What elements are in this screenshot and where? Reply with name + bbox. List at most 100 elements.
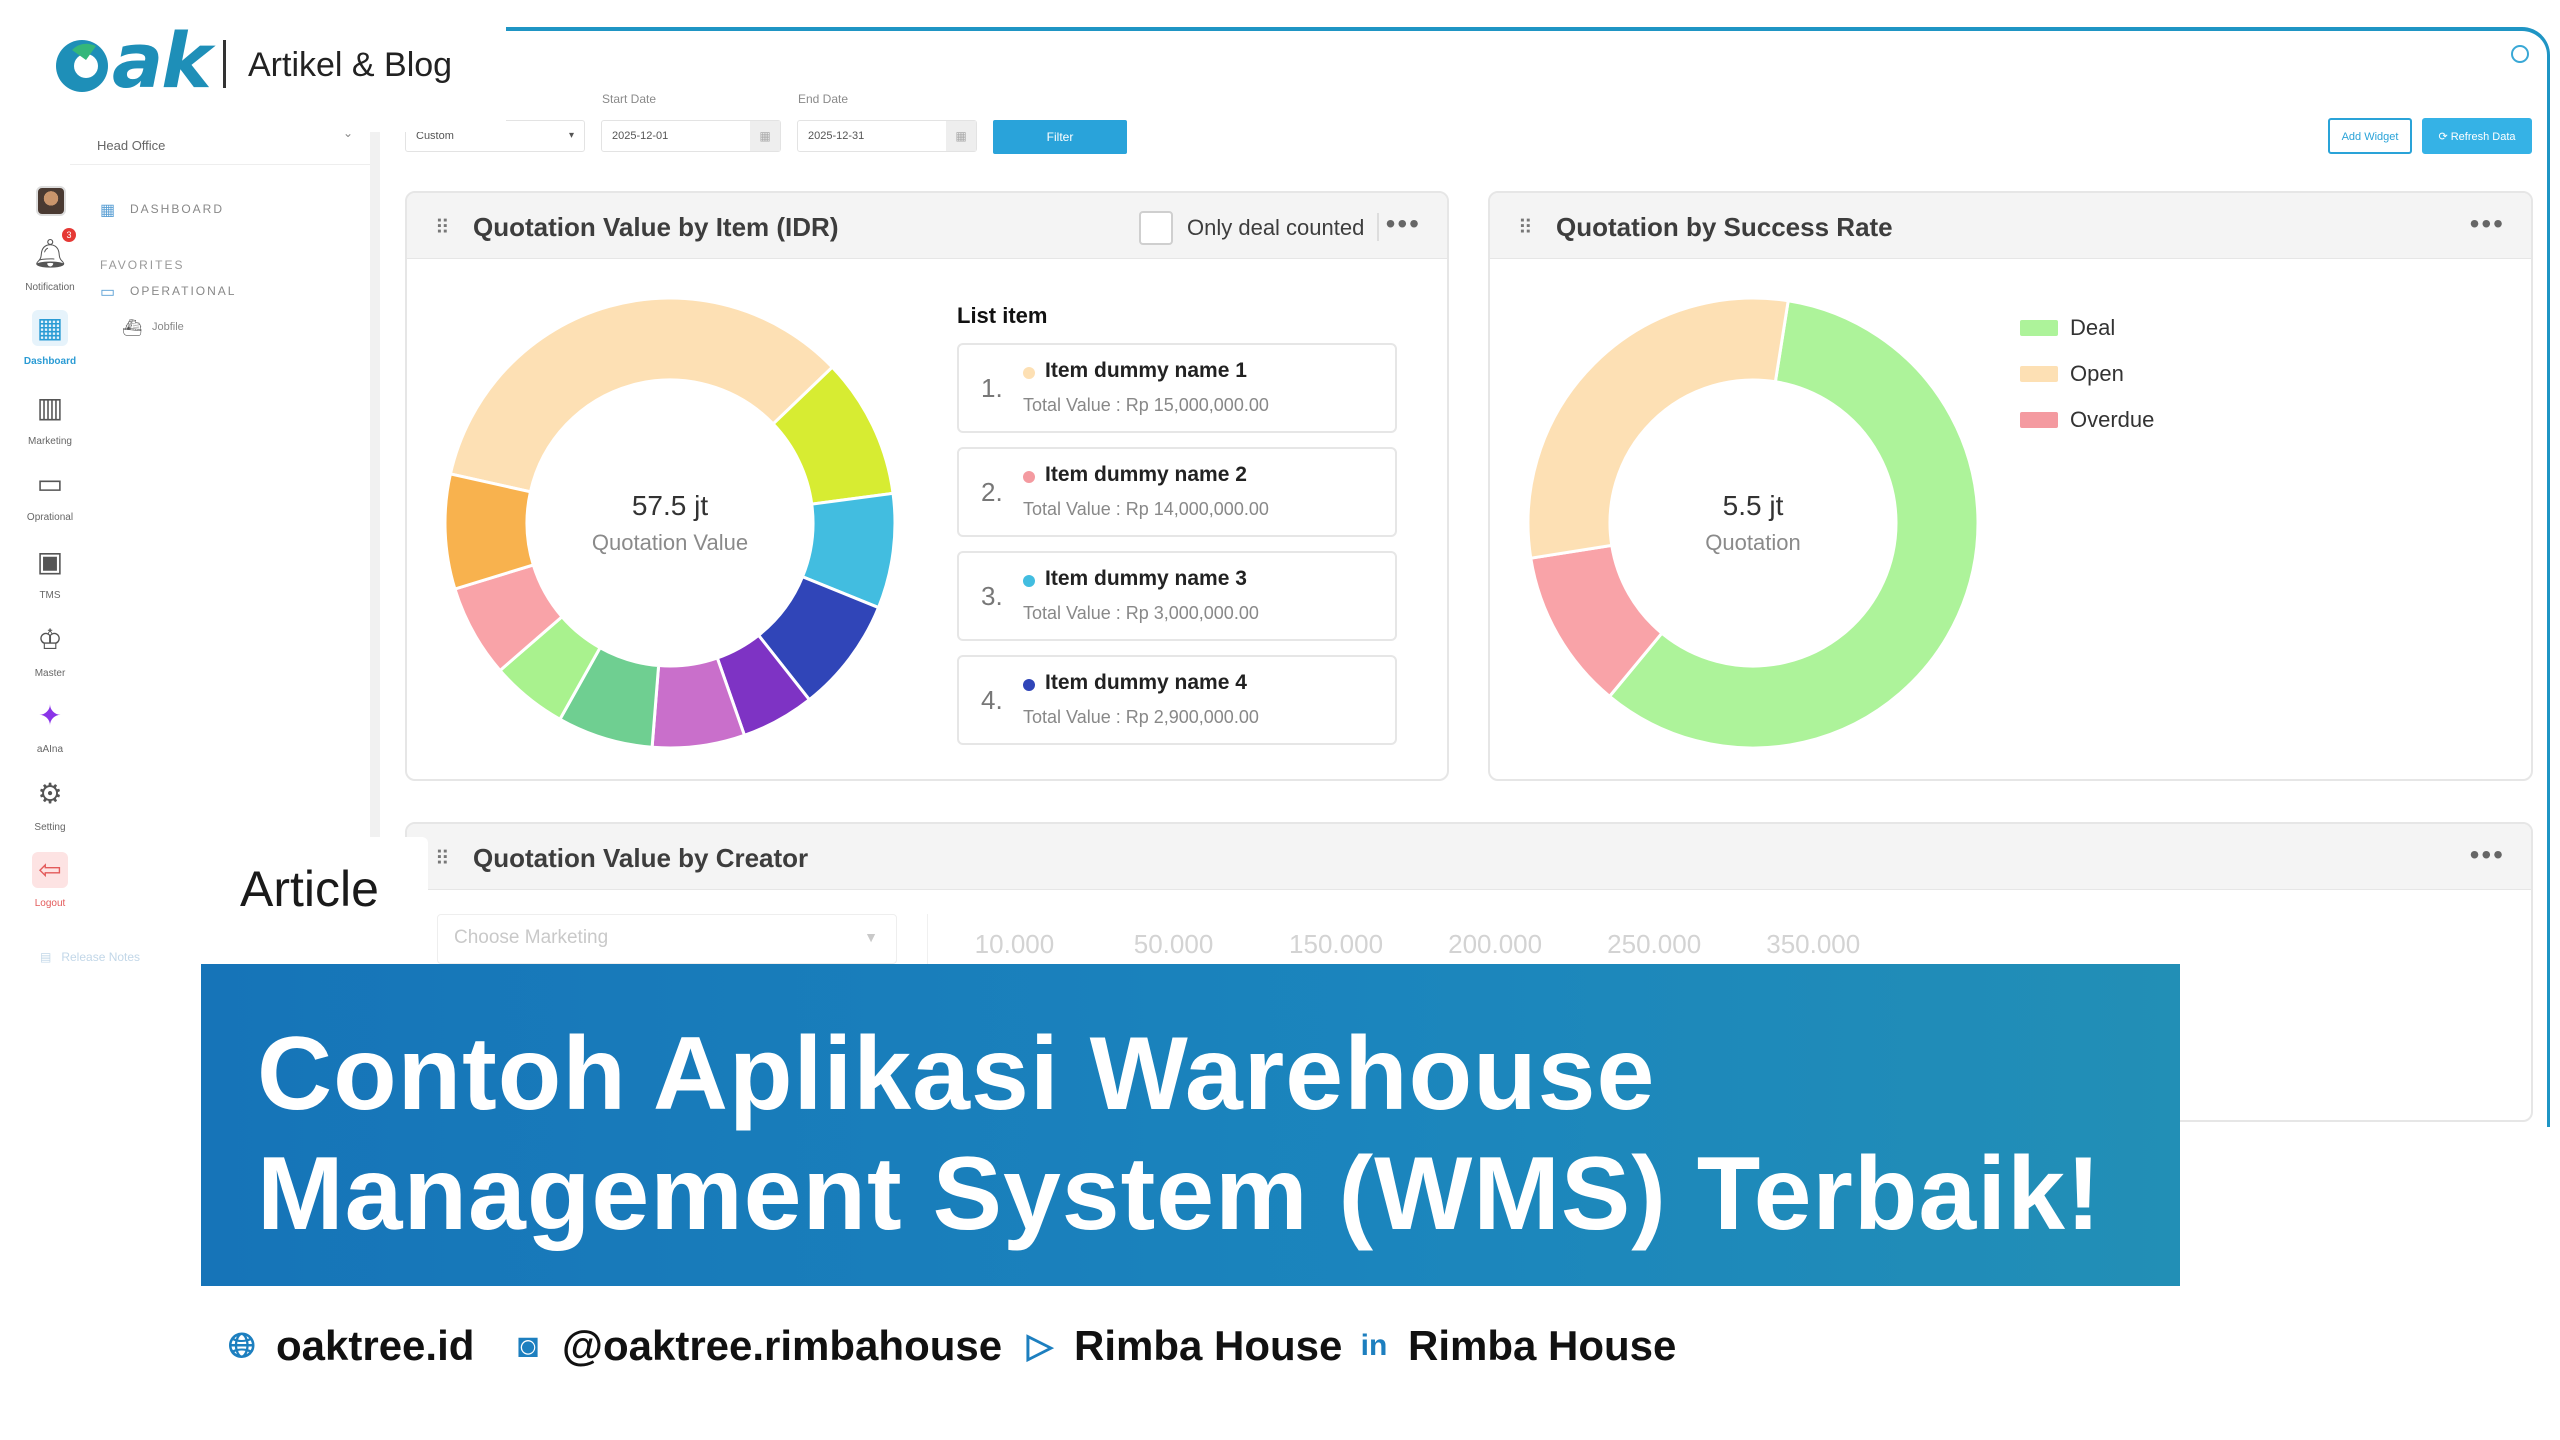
sidebar-item-master[interactable]: ♔ Master [12, 622, 88, 679]
list-item[interactable]: 1. Item dummy name 1 Total Value : Rp 15… [957, 343, 1397, 433]
refresh-label: Refresh Data [2450, 131, 2516, 143]
drag-handle-icon[interactable]: ⠿ [435, 215, 453, 241]
axis-tick: 150.000 [1289, 929, 1384, 959]
sidebar-item-dashboard[interactable]: ▦ Dashboard [12, 310, 88, 367]
avatar[interactable] [36, 186, 66, 216]
ship-icon: ⛴ [122, 320, 143, 337]
social-website[interactable]: 🌐︎ oaktree.id [222, 1322, 474, 1370]
sidebar-label: Oprational [26, 512, 74, 523]
social-youtube[interactable]: ▷ Rimba House [1020, 1322, 1342, 1370]
refresh-data-button[interactable]: ⟳ Refresh Data [2422, 118, 2532, 154]
sidebar-item-tms[interactable]: ▣ TMS [12, 544, 88, 601]
release-notes-link[interactable]: ▤ Release Notes [30, 950, 140, 964]
crown-icon: ♔ [37, 624, 63, 655]
sidebar-item-marketing[interactable]: ▥ Marketing [12, 390, 88, 447]
start-date-label: Start Date [602, 92, 657, 106]
legend-item-overdue[interactable]: Overdue [2020, 397, 2154, 443]
branch-name: Head Office [97, 138, 166, 153]
series-dot [1023, 367, 1035, 379]
sidebar-label: Dashboard [23, 356, 77, 367]
social-label: oaktree.id [276, 1322, 475, 1369]
more-options-icon[interactable]: ••• [2470, 839, 2505, 871]
list-item[interactable]: 4. Item dummy name 4 Total Value : Rp 2,… [957, 655, 1397, 745]
panel-quotation-by-item: ⠿ Quotation Value by Item (IDR) Only dea… [405, 191, 1449, 781]
menu-dashboard[interactable]: ▦ DASHBOARD [100, 200, 360, 219]
calendar-icon[interactable]: ▦ [946, 121, 976, 151]
release-notes-label: Release Notes [61, 950, 141, 964]
id-card-icon: ▣ [36, 546, 64, 577]
item-name: Item dummy name 3 [1045, 567, 1247, 590]
filter-button[interactable]: Filter [993, 120, 1127, 154]
gear-icon: ⚙ [37, 778, 63, 809]
marketing-select[interactable]: Choose Marketing ▼ [437, 914, 897, 964]
item-value: Total Value : Rp 3,000,000.00 [1023, 603, 1259, 623]
list-title: List item [957, 303, 1048, 328]
axis-tick: 350.000 [1766, 929, 1861, 959]
add-widget-button[interactable]: Add Widget [2328, 118, 2412, 154]
legend-swatch [2020, 366, 2058, 382]
social-label: Rimba House [1074, 1322, 1343, 1369]
calendar-icon[interactable]: ▦ [750, 121, 780, 151]
panel-header: ⠿ Quotation Value by Creator ••• [407, 824, 2531, 890]
shield-icon[interactable] [2511, 45, 2529, 63]
donut-slice[interactable] [448, 296, 835, 494]
legend: Deal Open Overdue [2020, 305, 2154, 443]
blog-section-title: Artikel & Blog [248, 46, 453, 84]
series-dot [1023, 575, 1035, 587]
item-list[interactable]: 1. Item dummy name 1 Total Value : Rp 15… [957, 343, 1397, 749]
item-value: Total Value : Rp 2,900,000.00 [1023, 707, 1259, 727]
menu-jobfile[interactable]: ⛴ Jobfile [122, 318, 360, 337]
series-dot [1023, 679, 1035, 691]
youtube-icon: ▷ [1026, 1327, 1054, 1365]
axis-tick: 250.000 [1607, 929, 1702, 959]
monitor-icon: ▭ [100, 284, 116, 301]
panel-title: Quotation Value by Item (IDR) [473, 212, 839, 242]
social-linkedin[interactable]: in Rimba House [1354, 1322, 1677, 1370]
notification-badge: 3 [62, 228, 76, 242]
list-item[interactable]: 3. Item dummy name 3 Total Value : Rp 3,… [957, 551, 1397, 641]
logo-divider [223, 40, 226, 88]
sidebar-item-aaina[interactable]: ✦ aAIna [12, 698, 88, 755]
panel-header: ⠿ Quotation by Success Rate ••• [1490, 193, 2531, 259]
sidebar-item-logout[interactable]: ⇦ Logout [12, 852, 88, 909]
end-date-input[interactable]: 2025-12-31 ▦ [797, 120, 977, 152]
item-donut-chart: 57.5 jt Quotation Value [443, 296, 897, 750]
sidebar-item-operational[interactable]: ▭ Oprational [12, 466, 88, 523]
panel-header: ⠿ Quotation Value by Item (IDR) Only dea… [407, 193, 1447, 259]
drag-handle-icon[interactable]: ⠿ [435, 846, 453, 872]
legend-item-open[interactable]: Open [2020, 351, 2154, 397]
more-options-icon[interactable]: ••• [1386, 208, 1421, 240]
end-date-value: 2025-12-31 [808, 130, 865, 142]
legend-label: Deal [2070, 315, 2116, 340]
donut-center-label: Quotation Value [591, 530, 749, 555]
axis-tick: 10.000 [974, 929, 1055, 959]
menu-label: FAVORITES [100, 258, 185, 272]
menu-operational[interactable]: ▭ OPERATIONAL [100, 282, 360, 301]
drag-handle-icon[interactable]: ⠿ [1518, 215, 1536, 241]
success-donut-svg [1526, 296, 1980, 750]
sidebar-label: Logout [34, 898, 66, 909]
legend-item-deal[interactable]: Deal [2020, 305, 2154, 351]
series-dot [1023, 471, 1035, 483]
dashboard-icon: ▦ [100, 202, 116, 219]
social-label: @oaktree.rimbahouse [562, 1322, 1003, 1369]
item-name: Item dummy name 1 [1045, 359, 1247, 382]
legend-swatch [2020, 320, 2058, 336]
bell-icon: 🔔︎ [32, 238, 68, 269]
social-instagram[interactable]: ◙ @oaktree.rimbahouse [508, 1322, 1002, 1370]
more-options-icon[interactable]: ••• [2470, 208, 2505, 240]
legend-swatch [2020, 412, 2058, 428]
sidebar-item-setting[interactable]: ⚙ Setting [12, 776, 88, 833]
legend-label: Overdue [2070, 407, 2155, 432]
only-deal-label: Only deal counted [1187, 215, 1365, 240]
only-deal-checkbox[interactable] [1139, 211, 1173, 245]
dashboard-icon: ▦ [32, 310, 68, 346]
refresh-icon: ⟳ [2438, 131, 2451, 143]
list-item[interactable]: 2. Item dummy name 2 Total Value : Rp 14… [957, 447, 1397, 537]
chevron-down-icon: ▼ [864, 929, 878, 945]
start-date-value: 2025-12-01 [612, 130, 669, 142]
logo-wordmark: ak [112, 16, 212, 105]
sidebar-label: Marketing [28, 436, 72, 447]
start-date-input[interactable]: 2025-12-01 ▦ [601, 120, 781, 152]
sidebar-item-notification[interactable]: 🔔︎ Notification [12, 236, 88, 293]
